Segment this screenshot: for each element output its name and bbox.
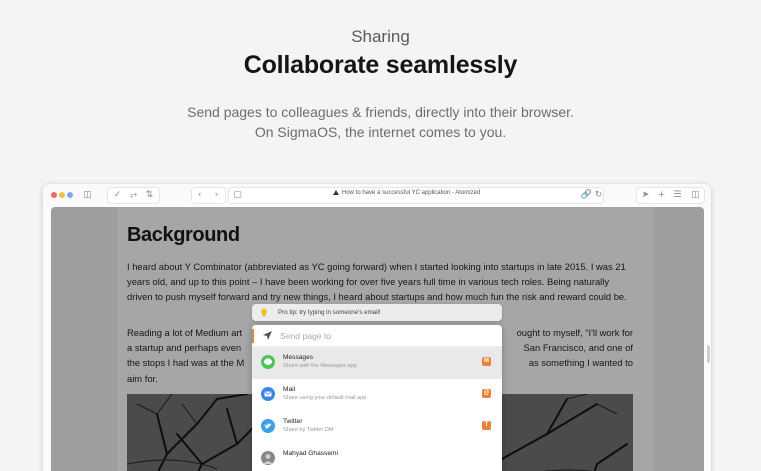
- send-icon[interactable]: ➤: [638, 188, 653, 203]
- paragraph-2-line-1-right: ought to myself, “I'll work for: [516, 327, 633, 338]
- paragraph-2-line-3-left: the stops I had was at the M: [127, 357, 245, 369]
- share-panel: Messages Share with the Messages app M M…: [252, 325, 502, 471]
- panel-icon[interactable]: ◫: [688, 188, 703, 203]
- layers-icon[interactable]: ☰: [670, 188, 685, 203]
- share-option-messages[interactable]: Messages Share with the Messages app M: [252, 347, 502, 379]
- plus-icon[interactable]: +: [654, 188, 669, 203]
- share-search-row: [252, 325, 502, 347]
- tab-icon[interactable]: ▢: [230, 188, 245, 203]
- share-option-twitter[interactable]: Twitter Share by Twitter DM T: [252, 411, 502, 443]
- paragraph-2-line-3-right: as something I wanted to: [528, 357, 633, 369]
- shortcut-key-badge: T: [482, 421, 491, 430]
- send-page-input[interactable]: [280, 329, 480, 343]
- contact-avatar: [261, 451, 275, 465]
- paragraph-2-line-4: aim for.: [127, 372, 158, 384]
- lightbulb-icon: [261, 308, 267, 317]
- share-option-desc: Share by Twitter DM: [283, 427, 334, 433]
- paragraph-2-line-1-left: Reading a lot of Medium art: [127, 327, 243, 338]
- share-option-desc: Share using your default mail app: [283, 395, 367, 401]
- focus-accent-bar: [252, 329, 254, 343]
- article-paragraph-1: I heard about Y Combinator (abbreviated …: [127, 261, 627, 303]
- swap-icon[interactable]: ⇅: [142, 188, 157, 203]
- forward-icon[interactable]: ›: [209, 188, 224, 203]
- pro-tip-text: Pro tip: try typing in someone's email!: [278, 309, 381, 316]
- shortcut-key-badge: M: [482, 357, 491, 366]
- send-icon: [263, 331, 272, 340]
- share-option-contact[interactable]: Mahyad Ghassemi: [252, 443, 502, 471]
- reload-icon[interactable]: ↻: [591, 188, 606, 203]
- minimize-window-dot[interactable]: [59, 192, 65, 198]
- twitter-icon: [261, 419, 275, 433]
- scrollbar-thumb[interactable]: [707, 345, 710, 363]
- shortcut-key-badge: @: [482, 389, 491, 398]
- mail-icon: [261, 387, 275, 401]
- paragraph-2-line-2-right: San Francisco, and one of: [523, 342, 633, 354]
- paragraph-2-line-2-left: a startup and perhaps even: [127, 342, 242, 354]
- subtitle-line-2: On SigmaOS, the internet comes to you.: [254, 124, 507, 140]
- share-option-title: Twitter: [283, 418, 303, 425]
- page-headline: Collaborate seamlessly: [243, 51, 518, 79]
- share-option-title: Messages: [283, 354, 314, 361]
- page-title-text: How to have a successful YC application …: [342, 190, 481, 196]
- browser-toolbar: ◫ ✓ ⥅ ⇅ ‹ › ▢ How to have a successful Y…: [43, 184, 711, 207]
- messages-icon: [261, 355, 275, 369]
- site-favicon-icon: [333, 190, 339, 195]
- sidebar-icon[interactable]: ◫: [80, 188, 95, 203]
- check-icon[interactable]: ✓: [110, 188, 125, 203]
- zoom-window-dot[interactable]: [67, 192, 73, 198]
- share-option-title: Mail: [283, 386, 296, 393]
- subtitle-line-1: Send pages to colleagues & friends, dire…: [187, 104, 574, 120]
- close-window-dot[interactable]: [51, 192, 57, 198]
- page-title-bar[interactable]: How to have a successful YC application …: [333, 190, 533, 196]
- share-option-mail[interactable]: Mail Share using your default mail app @: [252, 379, 502, 411]
- share-option-desc: Share with the Messages app: [283, 363, 357, 369]
- share-option-title: Mahyad Ghassemi: [283, 450, 338, 457]
- pro-tip-banner: Pro tip: try typing in someone's email!: [252, 304, 502, 321]
- split-icon[interactable]: ⥅: [126, 188, 141, 203]
- article-heading: Background: [127, 224, 240, 246]
- section-eyebrow: Sharing: [351, 27, 410, 46]
- back-icon[interactable]: ‹: [192, 188, 207, 203]
